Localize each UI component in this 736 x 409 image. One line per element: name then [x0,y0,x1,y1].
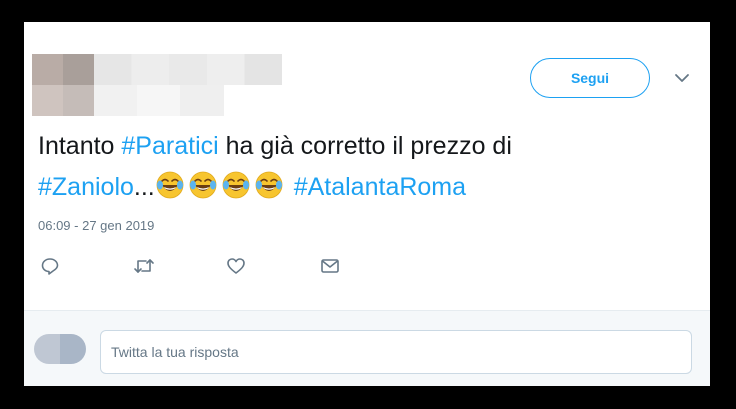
reply-icon [41,258,59,275]
face-with-tears-of-joy-icon [255,171,283,199]
like-button[interactable] [224,254,248,278]
hashtag-atalantaroma[interactable]: #AtalantaRoma [294,173,466,201]
face-with-tears-of-joy-icon [222,171,250,199]
tweet-text-prefix: Intanto [38,132,122,160]
tweet-timestamp[interactable]: 06:09 - 27 gen 2019 [38,218,154,233]
hashtag-paratici[interactable]: #Paratici [121,132,218,160]
heart-icon [227,258,245,274]
hashtag-zaniolo[interactable]: #Zaniolo [38,173,134,201]
tweet-card: Segui Intanto #Paratici ha già corretto … [24,22,710,386]
tweet-author-header [32,54,282,116]
follow-button[interactable]: Segui [530,58,650,98]
author-name-redacted[interactable] [94,54,282,85]
retweet-icon [134,259,154,273]
tweet-ellipsis: ... [133,173,155,201]
face-with-tears-of-joy-icon [189,171,217,199]
retweet-button[interactable] [132,254,156,278]
tweet-text-middle: ha già corretto il prezzo di [218,132,512,160]
reply-placeholder: Twitta la tua risposta [111,344,239,360]
reply-input[interactable]: Twitta la tua risposta [100,330,692,374]
tweet-text: Intanto #Paratici ha già corretto il pre… [38,126,698,208]
reply-button[interactable] [38,254,62,278]
emoji-row [155,171,287,201]
reply-avatar [34,334,86,364]
author-avatar[interactable] [32,54,94,116]
face-with-tears-of-joy-icon [156,171,184,199]
direct-message-button[interactable] [318,254,342,278]
author-handle-redacted[interactable] [94,85,224,116]
chevron-down-icon[interactable] [674,70,690,86]
envelope-icon [321,259,339,273]
reply-composer: Twitta la tua risposta [24,311,710,386]
